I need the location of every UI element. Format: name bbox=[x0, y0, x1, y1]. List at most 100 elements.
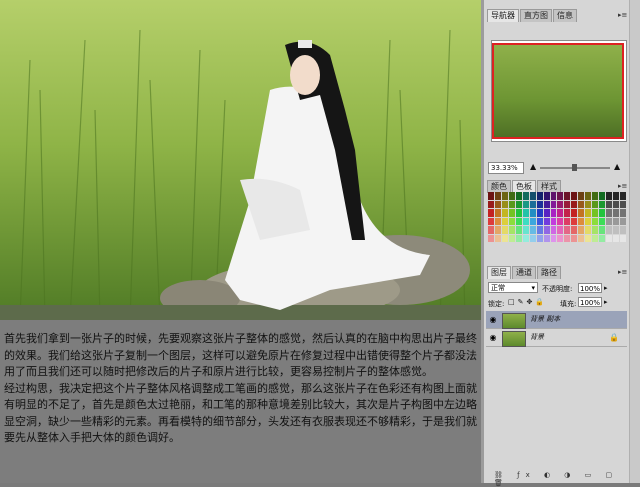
swatch[interactable] bbox=[529, 226, 536, 234]
swatch[interactable] bbox=[592, 192, 599, 200]
tab-navigator[interactable]: 导航器 bbox=[487, 9, 519, 22]
swatch[interactable] bbox=[599, 217, 606, 225]
swatch[interactable] bbox=[585, 192, 592, 200]
tab-info[interactable]: 信息 bbox=[553, 9, 577, 22]
swatch[interactable] bbox=[543, 209, 550, 217]
swatch[interactable] bbox=[508, 226, 515, 234]
swatch[interactable] bbox=[599, 234, 606, 242]
swatch[interactable] bbox=[606, 200, 613, 208]
swatch[interactable] bbox=[522, 226, 529, 234]
swatch[interactable] bbox=[508, 234, 515, 242]
panel-menu-icon[interactable]: ▸≡ bbox=[618, 11, 627, 19]
swatch[interactable] bbox=[564, 200, 571, 208]
swatch[interactable] bbox=[515, 234, 522, 242]
tab-paths[interactable]: 路径 bbox=[537, 266, 561, 279]
zoom-input[interactable]: 33.33% bbox=[488, 162, 524, 174]
swatch[interactable] bbox=[620, 209, 626, 217]
eye-icon[interactable]: ◉ bbox=[488, 333, 498, 342]
swatch[interactable] bbox=[501, 209, 508, 217]
opacity-input[interactable]: 100% bbox=[578, 283, 602, 293]
swatch[interactable] bbox=[592, 234, 599, 242]
swatch[interactable] bbox=[536, 234, 543, 242]
swatch[interactable] bbox=[543, 217, 550, 225]
swatch[interactable] bbox=[599, 226, 606, 234]
swatch[interactable] bbox=[585, 209, 592, 217]
swatch[interactable] bbox=[564, 226, 571, 234]
swatch[interactable] bbox=[613, 234, 620, 242]
swatch[interactable] bbox=[501, 217, 508, 225]
swatch[interactable] bbox=[620, 217, 626, 225]
swatch[interactable] bbox=[488, 217, 494, 225]
swatch[interactable] bbox=[550, 234, 557, 242]
swatch[interactable] bbox=[613, 209, 620, 217]
swatch[interactable] bbox=[557, 209, 564, 217]
swatch[interactable] bbox=[585, 217, 592, 225]
lock-options-icons[interactable]: □✎✥🔒 bbox=[508, 298, 547, 306]
swatch[interactable] bbox=[522, 192, 529, 200]
swatch[interactable] bbox=[550, 209, 557, 217]
swatch-grid[interactable] bbox=[488, 192, 626, 242]
panel-menu-icon[interactable]: ▸≡ bbox=[618, 182, 627, 190]
swatch[interactable] bbox=[613, 217, 620, 225]
swatch[interactable] bbox=[529, 200, 536, 208]
swatch[interactable] bbox=[543, 234, 550, 242]
swatch[interactable] bbox=[571, 217, 578, 225]
swatch[interactable] bbox=[606, 192, 613, 200]
tab-layers[interactable]: 图层 bbox=[487, 266, 511, 279]
swatch[interactable] bbox=[543, 200, 550, 208]
swatch[interactable] bbox=[529, 234, 536, 242]
swatch[interactable] bbox=[550, 217, 557, 225]
swatch[interactable] bbox=[557, 226, 564, 234]
swatch[interactable] bbox=[501, 192, 508, 200]
swatch[interactable] bbox=[585, 234, 592, 242]
swatch[interactable] bbox=[550, 226, 557, 234]
swatch[interactable] bbox=[494, 217, 501, 225]
swatch[interactable] bbox=[592, 209, 599, 217]
swatch[interactable] bbox=[585, 226, 592, 234]
swatch[interactable] bbox=[536, 209, 543, 217]
swatch[interactable] bbox=[494, 200, 501, 208]
zoom-slider[interactable] bbox=[540, 164, 610, 171]
swatch[interactable] bbox=[571, 226, 578, 234]
swatch[interactable] bbox=[501, 234, 508, 242]
swatch[interactable] bbox=[494, 192, 501, 200]
swatch[interactable] bbox=[557, 234, 564, 242]
swatch[interactable] bbox=[515, 192, 522, 200]
swatch[interactable] bbox=[620, 234, 626, 242]
swatch[interactable] bbox=[557, 192, 564, 200]
swatch[interactable] bbox=[564, 217, 571, 225]
swatch[interactable] bbox=[585, 200, 592, 208]
swatch[interactable] bbox=[543, 192, 550, 200]
swatch[interactable] bbox=[494, 209, 501, 217]
swatch[interactable] bbox=[599, 200, 606, 208]
swatch[interactable] bbox=[536, 192, 543, 200]
swatch[interactable] bbox=[508, 209, 515, 217]
swatch[interactable] bbox=[508, 200, 515, 208]
swatch[interactable] bbox=[578, 200, 585, 208]
swatch[interactable] bbox=[620, 192, 626, 200]
swatch[interactable] bbox=[571, 192, 578, 200]
swatch[interactable] bbox=[536, 217, 543, 225]
swatch[interactable] bbox=[606, 209, 613, 217]
swatch[interactable] bbox=[613, 226, 620, 234]
blend-mode-select[interactable]: 正常 ▾ bbox=[488, 282, 538, 293]
swatch[interactable] bbox=[522, 234, 529, 242]
swatch[interactable] bbox=[488, 209, 494, 217]
zoom-in-icon[interactable]: ▲ bbox=[614, 162, 620, 171]
swatch[interactable] bbox=[599, 192, 606, 200]
navigator-preview[interactable] bbox=[491, 40, 627, 142]
swatch[interactable] bbox=[606, 234, 613, 242]
swatch[interactable] bbox=[571, 234, 578, 242]
tab-channels[interactable]: 通道 bbox=[512, 266, 536, 279]
swatch[interactable] bbox=[515, 226, 522, 234]
swatch[interactable] bbox=[578, 217, 585, 225]
eye-icon[interactable]: ◉ bbox=[488, 315, 498, 324]
swatch[interactable] bbox=[501, 226, 508, 234]
swatch[interactable] bbox=[494, 226, 501, 234]
swatch[interactable] bbox=[536, 200, 543, 208]
opacity-arrow-icon[interactable]: ▸ bbox=[604, 284, 608, 292]
swatch[interactable] bbox=[613, 192, 620, 200]
swatch[interactable] bbox=[501, 200, 508, 208]
photo-canvas[interactable] bbox=[0, 0, 481, 320]
swatch[interactable] bbox=[488, 234, 494, 242]
